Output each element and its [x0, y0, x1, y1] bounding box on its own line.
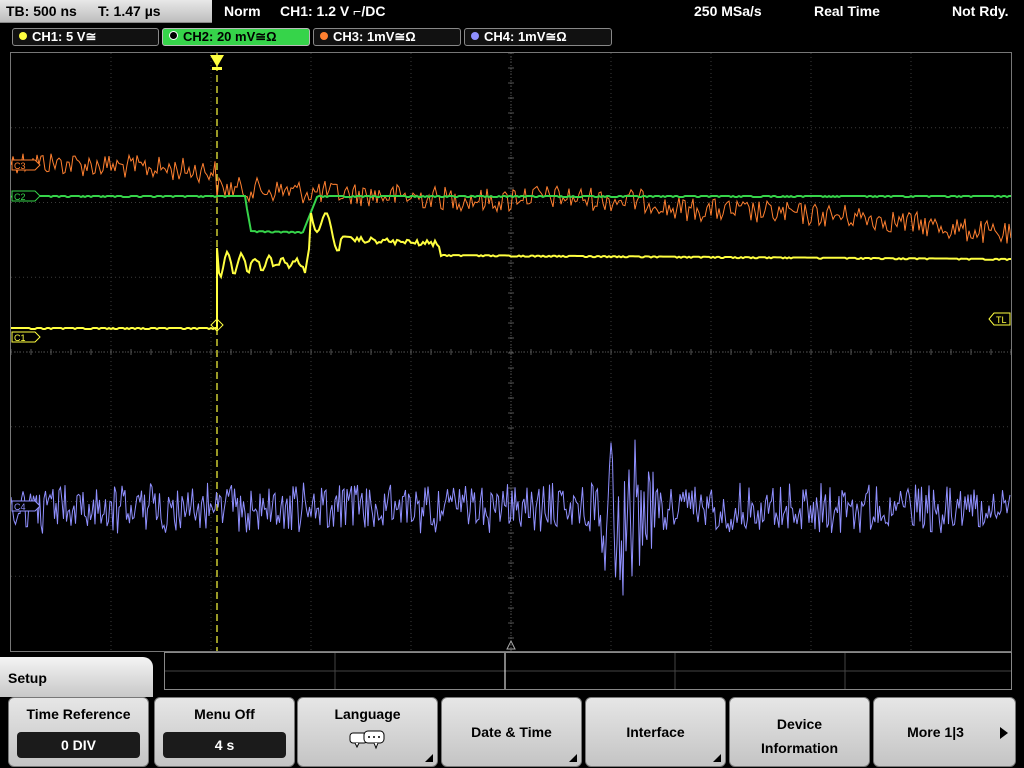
ch4-dot-icon: [471, 32, 479, 40]
softkey-label: More 1|3: [907, 724, 964, 740]
time-reference-value: 0 DIV: [17, 732, 140, 758]
waveform-display[interactable]: C1 C2 C3 C4 TL: [10, 52, 1012, 652]
more-softkey[interactable]: More 1|3: [873, 697, 1016, 767]
run-status: Not Rdy.: [952, 3, 1009, 19]
softkey-label: Date & Time: [471, 724, 552, 740]
speech-bubble-icon: [349, 730, 385, 750]
c2-marker[interactable]: C2: [11, 190, 41, 202]
waveform-canvas: C1 C2 C3 C4 TL: [11, 53, 1011, 651]
trigger-source: CH1: 1.2 V ⌐/DC: [280, 3, 386, 19]
menu-title-tab: Setup: [0, 657, 153, 697]
sample-rate: 250 MSa/s: [694, 3, 762, 19]
history-ruler: [165, 653, 1011, 689]
time-reference-softkey[interactable]: Time Reference 0 DIV: [8, 697, 149, 767]
c2-marker-label: C2: [14, 192, 26, 202]
trigger-position-icon[interactable]: [210, 55, 224, 67]
softkey-label: Menu Off: [194, 706, 255, 722]
menu-off-value: 4 s: [163, 732, 286, 758]
date-time-softkey[interactable]: Date & Time: [441, 697, 582, 767]
channel-tab-label: CH1: 5 V≅: [32, 29, 97, 44]
ch3-dot-icon: [320, 32, 328, 40]
channel-tab-label: CH4: 1mV≅Ω: [484, 29, 567, 44]
menu-off-softkey[interactable]: Menu Off 4 s: [154, 697, 295, 767]
softkey-label: Time Reference: [26, 706, 131, 722]
submenu-corner-icon: [713, 754, 721, 762]
language-softkey[interactable]: Language: [297, 697, 438, 767]
channel-tab-1[interactable]: CH1: 5 V≅: [12, 28, 159, 46]
status-bar: TB: 500 ns T: 1.47 µs Norm CH1: 1.2 V ⌐/…: [0, 0, 1024, 24]
ch1-dot-icon: [19, 32, 27, 40]
channel-tab-label: CH3: 1mV≅Ω: [333, 29, 416, 44]
softkey-label: Language: [334, 706, 401, 722]
trigger-time-label: T: 1.47 µs: [98, 3, 161, 19]
next-page-icon: [1000, 727, 1008, 739]
c3-marker-label: C3: [14, 161, 26, 171]
channel-tab-4[interactable]: CH4: 1mV≅Ω: [464, 28, 612, 46]
graticule: [11, 53, 1011, 651]
device-information-softkey[interactable]: Device Information: [729, 697, 870, 767]
trigger-level-marker[interactable]: TL: [988, 312, 1011, 326]
c4-marker[interactable]: C4: [11, 500, 41, 512]
interface-softkey[interactable]: Interface: [585, 697, 726, 767]
timebase-label: TB: 500 ns: [6, 3, 77, 19]
history-strip: [164, 652, 1012, 690]
softkey-label-line1: Device: [776, 716, 823, 732]
c4-marker-label: C4: [14, 502, 26, 512]
c3-marker[interactable]: C3: [11, 159, 41, 171]
channel-tab-3[interactable]: CH3: 1mV≅Ω: [313, 28, 461, 46]
trigger-mode: Norm: [224, 3, 261, 19]
ch2-dot-icon: [169, 31, 178, 40]
channel-tab-2[interactable]: CH2: 20 mV≅Ω: [162, 28, 310, 46]
c1-marker[interactable]: C1: [11, 331, 41, 343]
trigger-position-icon-base: [212, 67, 222, 70]
softkey-label-line2: Information: [761, 740, 838, 756]
acquisition-mode: Real Time: [814, 3, 880, 19]
c1-marker-label: C1: [14, 333, 26, 343]
menu-title: Setup: [8, 670, 47, 686]
submenu-corner-icon: [425, 754, 433, 762]
channel-tab-label: CH2: 20 mV≅Ω: [183, 29, 277, 44]
channel-tabs: CH1: 5 V≅ CH2: 20 mV≅Ω CH3: 1mV≅Ω CH4: 1…: [0, 26, 1024, 48]
trigger-level-label: TL: [996, 315, 1007, 325]
softkey-label: Interface: [626, 724, 685, 740]
timebase-box[interactable]: TB: 500 ns T: 1.47 µs: [0, 0, 212, 23]
submenu-corner-icon: [569, 754, 577, 762]
softkey-bar: Time Reference 0 DIV Menu Off 4 s Langua…: [0, 697, 1024, 768]
softkey-label: Device Information: [730, 712, 869, 760]
